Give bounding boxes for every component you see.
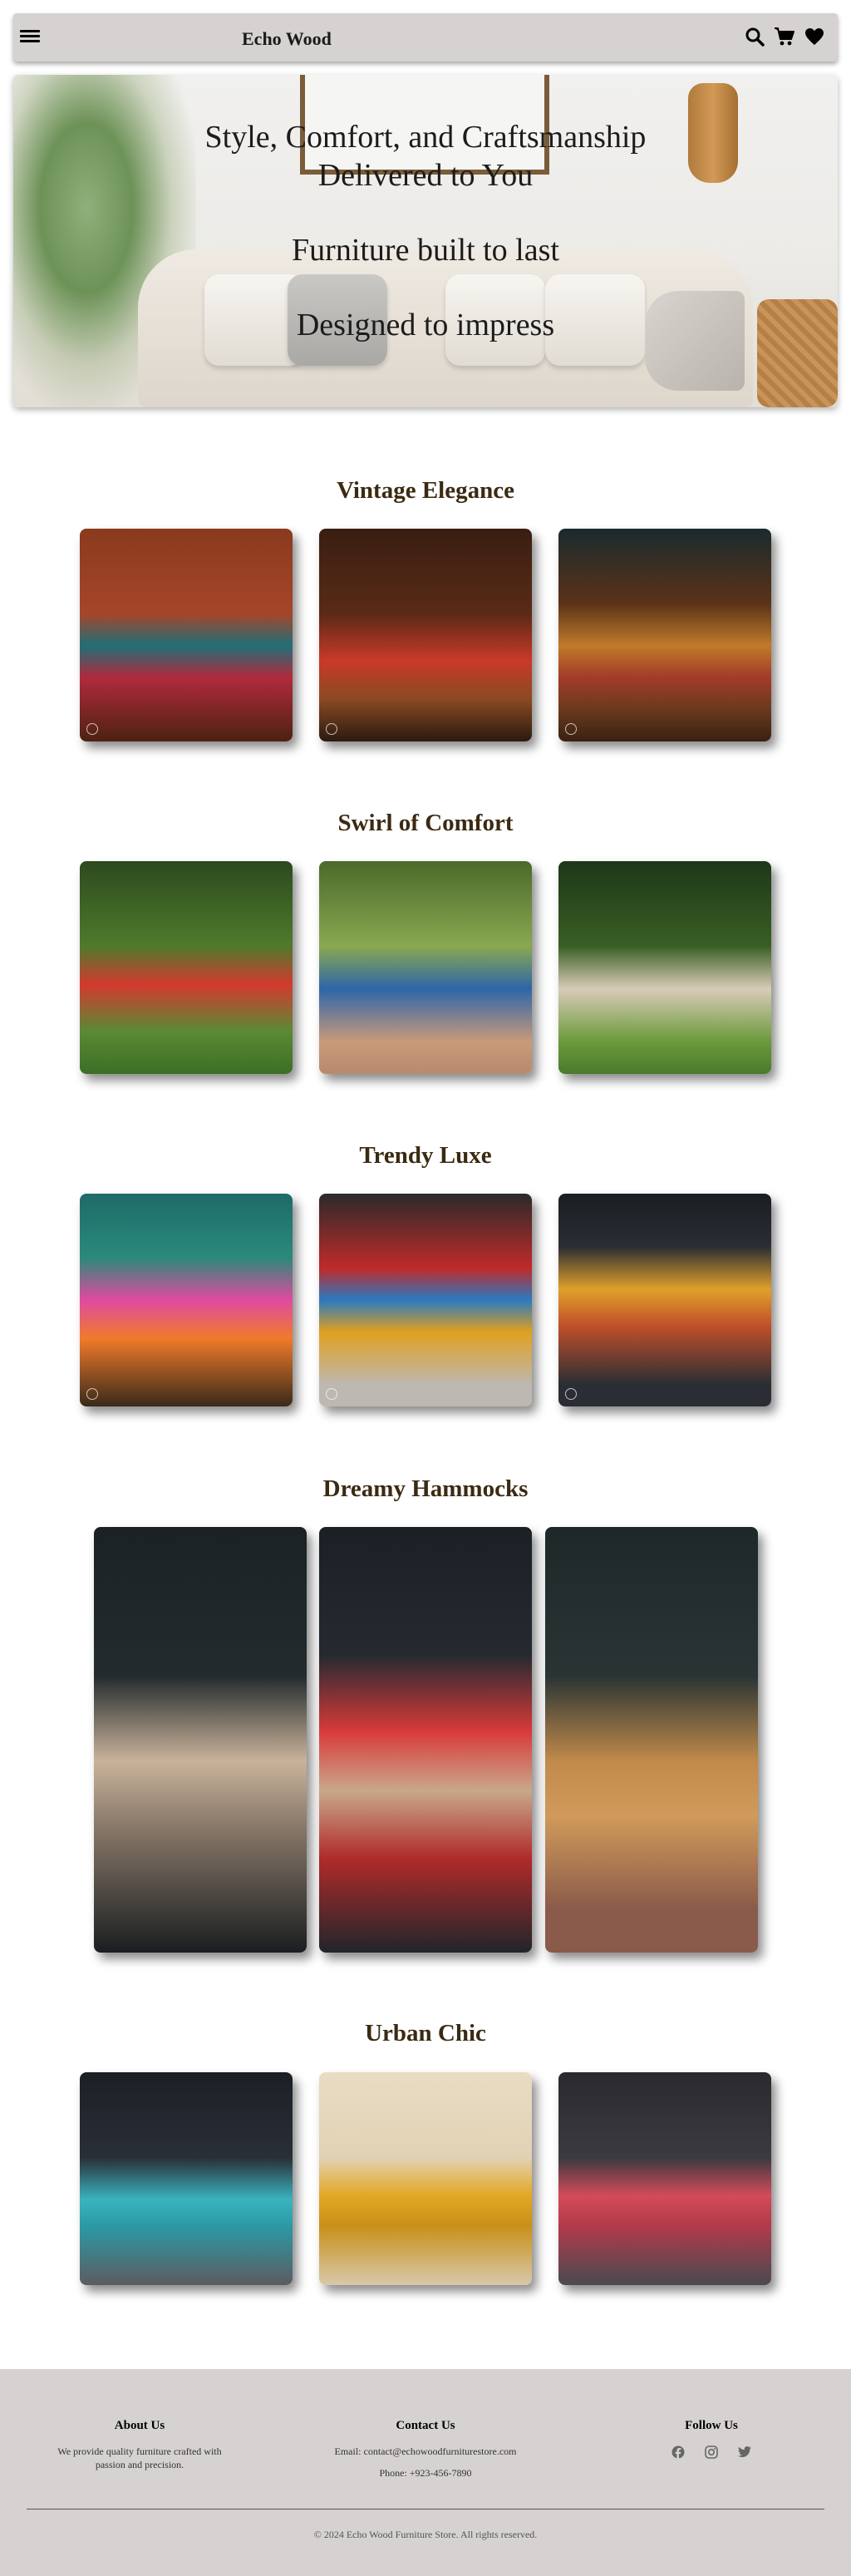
product-card-chair-yellow[interactable] [319, 2072, 532, 2285]
heart-icon[interactable] [803, 25, 826, 48]
footer-divider [27, 2509, 824, 2510]
section-title-vintage: Vintage Elegance [337, 477, 514, 504]
cart-icon[interactable] [773, 25, 796, 48]
badge-icon [565, 1388, 577, 1400]
footer-contact: Contact Us Email: contact@echowoodfurnit… [301, 2419, 550, 2480]
product-card-hammock-brown[interactable] [545, 1527, 758, 1953]
twitter-icon[interactable] [737, 2445, 752, 2460]
footer-copyright: © 2024 Echo Wood Furniture Store. All ri… [313, 2529, 538, 2540]
product-card-swing-blue[interactable] [319, 861, 532, 1074]
footer-about-text-2: passion and precision. [95, 2459, 184, 2470]
instagram-icon[interactable] [704, 2445, 719, 2460]
footer-about-text-1: We provide quality furniture crafted wit… [57, 2445, 222, 2457]
product-card-sofa-red[interactable] [558, 2072, 771, 2285]
brand-name[interactable]: Echo Wood [242, 28, 332, 50]
product-card-armchair-orange[interactable] [558, 1194, 771, 1406]
product-card-swing-red[interactable] [80, 861, 293, 1074]
footer-about: About Us We provide quality furniture cr… [33, 2419, 246, 2471]
footer-follow: Follow Us [628, 2419, 794, 2460]
hero-banner: Style, Comfort, and Craftsmanship Delive… [13, 75, 838, 407]
hero-headline-1: Style, Comfort, and Craftsmanship [204, 120, 647, 155]
badge-icon [86, 723, 98, 735]
footer-about-title: About Us [114, 2419, 165, 2432]
section-title-swing: Swirl of Comfort [337, 810, 514, 836]
search-icon[interactable] [743, 25, 766, 48]
social-links [628, 2445, 794, 2460]
product-card-hammock-red[interactable] [319, 1527, 532, 1953]
badge-icon [326, 1388, 337, 1400]
product-card-vintage-sofa-2[interactable] [319, 529, 532, 741]
badge-icon [326, 723, 337, 735]
hero-tagline-1: Furniture built to last [292, 233, 559, 268]
nav-icons [743, 25, 826, 48]
footer-follow-title: Follow Us [685, 2419, 738, 2432]
product-card-sofa-teal[interactable] [80, 2072, 293, 2285]
product-card-armchair-pink[interactable] [80, 1194, 293, 1406]
top-navbar: Echo Wood [13, 13, 838, 62]
section-title-trendy: Trendy Luxe [359, 1142, 492, 1169]
footer-phone[interactable]: Phone: +923-456-7890 [301, 2466, 550, 2480]
badge-icon [565, 723, 577, 735]
facebook-icon[interactable] [671, 2445, 686, 2460]
section-title-hammocks: Dreamy Hammocks [322, 1475, 529, 1502]
footer-email[interactable]: Email: contact@echowoodfurniturestore.co… [301, 2445, 550, 2458]
hero-tagline-2: Designed to impress [296, 308, 555, 342]
product-card-swing-cream[interactable] [558, 861, 771, 1074]
section-title-urban: Urban Chic [365, 2020, 486, 2047]
footer-contact-title: Contact Us [396, 2419, 455, 2432]
product-card-vintage-sofa-3[interactable] [558, 529, 771, 741]
product-card-chair-round[interactable] [319, 1194, 532, 1406]
menu-icon[interactable] [20, 27, 40, 47]
badge-icon [86, 1388, 98, 1400]
hero-headline-2: Delivered to You [317, 158, 534, 193]
product-card-vintage-sofa-1[interactable] [80, 529, 293, 741]
product-card-hammock-cream[interactable] [94, 1527, 307, 1953]
site-footer: About Us We provide quality furniture cr… [0, 2369, 851, 2576]
